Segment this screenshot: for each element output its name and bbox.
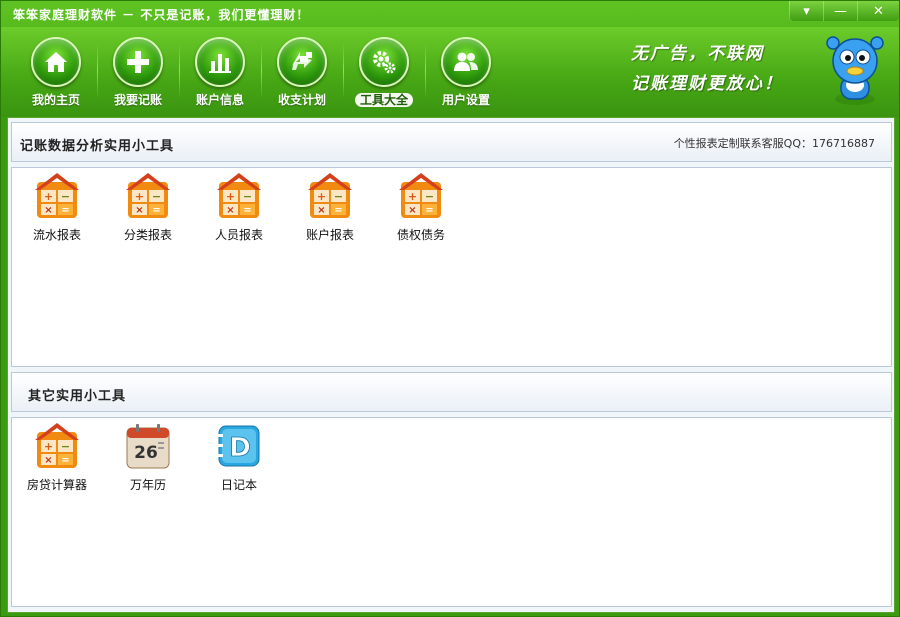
tool-label: 债权债务 [396,228,445,242]
svg-text:=: = [425,205,433,216]
nav-item-label: 我的主页 [31,93,80,107]
svg-text:=: = [152,205,160,216]
svg-text:×: × [44,205,52,216]
svg-text:+: + [44,440,53,453]
tool-debt-report[interactable]: + − × = 债权债务 [386,172,456,243]
analysis-section-header: 记账数据分析实用小工具 个性报表定制联系客服QQ：176716887 [11,122,892,162]
arrows-icon [277,37,327,87]
tool-label: 万年历 [129,478,166,492]
svg-text:=: = [334,205,342,216]
custom-report-contact: 个性报表定制联系客服QQ：176716887 [673,137,875,150]
other-tools-panel: + − × = 房贷计算器 26 万年历 D 日记本 [11,417,892,607]
content-area: 记账数据分析实用小工具 个性报表定制联系客服QQ：176716887 + − ×… [7,117,895,613]
menu-dropdown-button[interactable]: ▾ [789,1,823,21]
tool-category-report[interactable]: + − × = 分类报表 [113,172,183,243]
nav-item-label: 账户信息 [195,93,244,107]
home-icon [31,37,81,87]
mascot-icon [826,36,884,105]
tool-label: 房贷计算器 [26,478,87,492]
minimize-icon: — [834,3,847,19]
tool-flow-report[interactable]: + − × = 流水报表 [22,172,92,243]
svg-text:×: × [44,455,52,466]
tool-mortgage-calculator[interactable]: + − × = 房贷计算器 [22,422,92,493]
plus-icon [113,37,163,87]
svg-text:×: × [317,205,325,216]
main-toolbar: 我的主页 我要记账 账户信息 收支计划 工具大全 用户设置 无广告，不联网 记账… [1,27,899,117]
tool-diary[interactable]: D 日记本 [204,422,274,493]
nav-item-label: 工具大全 [354,93,413,107]
gears-icon [359,37,409,87]
other-section-header: 其它实用小工具 [11,372,892,412]
svg-text:×: × [408,205,416,216]
analysis-tools-panel: + − × = 流水报表 + − × = 分类报表 + − × = 人员报表 +… [11,167,892,367]
slogan-line-1: 无广告，不联网 [631,44,764,64]
svg-text:−: − [334,190,343,203]
tool-label: 账户报表 [305,228,354,242]
slogan: 无广告，不联网 记账理财更放心！ [631,39,783,99]
tool-perpetual-calendar[interactable]: 26 万年历 [113,422,183,493]
svg-text:−: − [61,440,70,453]
tool-member-report[interactable]: + − × = 人员报表 [204,172,274,243]
analysis-section-title: 记账数据分析实用小工具 [20,139,175,154]
nav-item-settings[interactable]: 用户设置 [425,37,507,115]
svg-text:=: = [243,205,251,216]
diary-icon: D [218,425,260,467]
app-window: 笨笨家庭理财软件 － 不只是记账，我们更懂理财！ ▾ — ✕ 我的主页 我要记账 [0,0,900,617]
svg-text:=: = [61,205,69,216]
svg-text:−: − [152,190,161,203]
calculator-icon: + − × = [126,173,170,218]
tool-label: 人员报表 [214,228,263,242]
slogan-line-2: 记账理财更放心！ [631,74,783,94]
calculator-icon: + − × = [35,173,79,218]
tool-account-report[interactable]: + − × = 账户报表 [295,172,365,243]
minimize-button[interactable]: — [823,1,857,21]
nav-item-tools[interactable]: 工具大全 [343,37,425,115]
close-icon: ✕ [873,3,884,19]
diary-letter: D [229,433,251,463]
svg-text:−: − [61,190,70,203]
svg-text:+: + [135,190,144,203]
tool-label: 日记本 [220,478,257,492]
nav-item-label: 用户设置 [441,93,490,107]
users-icon [441,37,491,87]
title-bar[interactable]: 笨笨家庭理财软件 － 不只是记账，我们更懂理财！ ▾ — ✕ [1,1,899,27]
tool-label: 流水报表 [32,228,81,242]
bar-chart-icon [195,37,245,87]
calculator-icon: + − × = [35,423,79,468]
svg-text:+: + [408,190,417,203]
window-title: 笨笨家庭理财软件 － 不只是记账，我们更懂理财！ [13,8,310,22]
svg-text:×: × [135,205,143,216]
nav-item-label: 收支计划 [277,93,326,107]
main-nav: 我的主页 我要记账 账户信息 收支计划 工具大全 用户设置 [15,37,507,115]
calculator-icon: + − × = [399,173,443,218]
svg-text:−: − [425,190,434,203]
svg-text:−: − [243,190,252,203]
nav-item-label: 我要记账 [113,93,162,107]
tool-label: 分类报表 [123,228,172,242]
nav-item-plan[interactable]: 收支计划 [261,37,343,115]
calculator-icon: + − × = [308,173,352,218]
nav-item-accounts[interactable]: 账户信息 [179,37,261,115]
chevron-down-icon: ▾ [803,3,810,19]
other-section-title: 其它实用小工具 [28,389,127,404]
window-controls: ▾ — ✕ [789,1,899,21]
calendar-day: 26 [134,443,158,463]
close-button[interactable]: ✕ [857,1,899,21]
svg-text:×: × [226,205,234,216]
nav-item-record[interactable]: 我要记账 [97,37,179,115]
calculator-icon: + − × = [217,173,261,218]
svg-text:+: + [226,190,235,203]
calendar-icon: 26 [126,424,170,469]
svg-text:=: = [61,455,69,466]
svg-text:+: + [44,190,53,203]
nav-item-home[interactable]: 我的主页 [15,37,97,115]
svg-text:+: + [317,190,326,203]
